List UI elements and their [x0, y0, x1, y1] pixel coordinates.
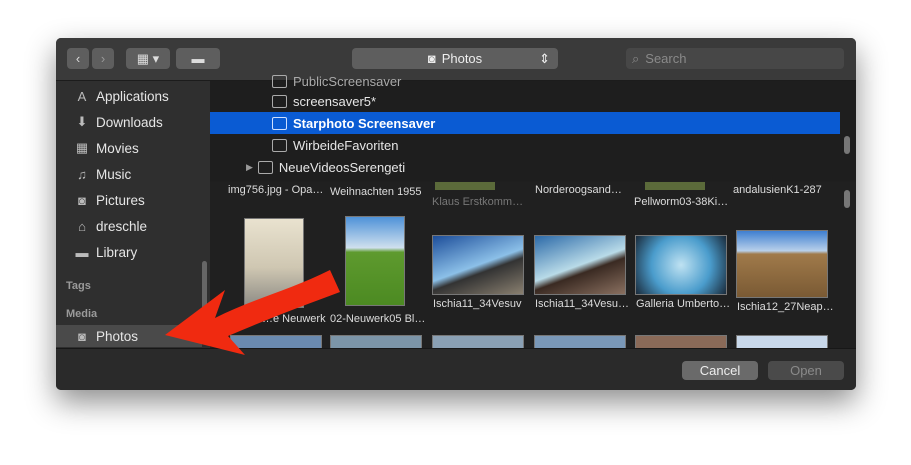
red-arrow-annotation — [165, 270, 340, 355]
arrow-icon — [165, 270, 340, 355]
